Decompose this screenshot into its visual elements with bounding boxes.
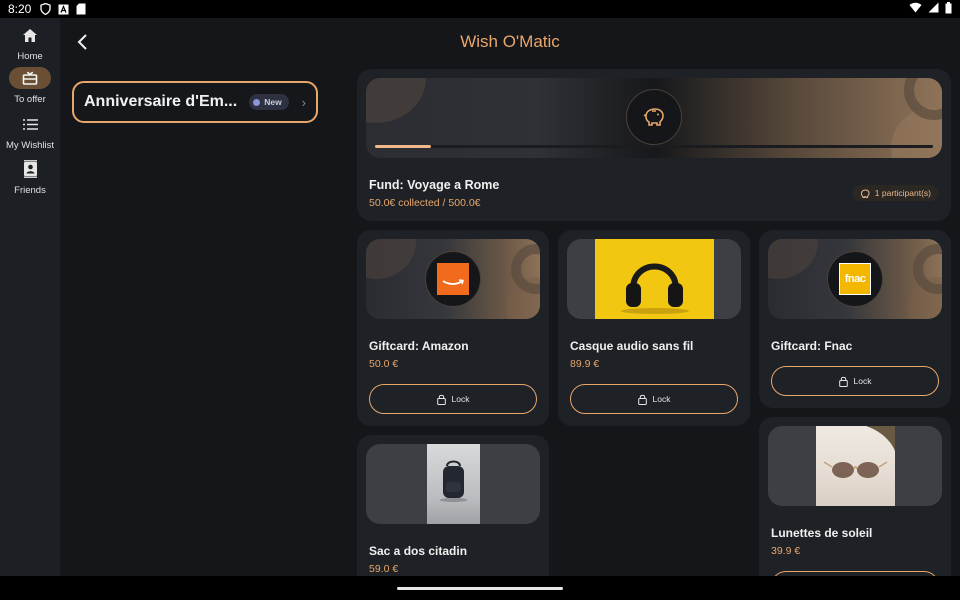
contact-icon <box>9 158 51 180</box>
sunglasses-banner <box>768 426 942 506</box>
list-icon <box>9 113 51 135</box>
wish-card-amazon[interactable]: Giftcard: Amazon 50.0 € Lock <box>357 230 549 426</box>
headphones-banner <box>567 239 741 319</box>
sunglasses-photo <box>816 426 895 506</box>
amazon-logo-icon <box>425 251 481 307</box>
sd-card-icon <box>75 3 87 15</box>
home-indicator[interactable] <box>397 587 563 590</box>
wish-title: Lunettes de soleil <box>771 526 873 540</box>
lock-button[interactable]: Lock <box>369 384 537 414</box>
lock-label: Lock <box>652 394 671 404</box>
nav-label-friends: Friends <box>14 185 46 196</box>
wish-price: 50.0 € <box>369 358 399 370</box>
event-selector[interactable]: Anniversaire d'Em... New › <box>72 81 318 123</box>
backpack-banner <box>366 444 540 524</box>
nav-label-to-offer: To offer <box>14 94 46 105</box>
fnac-logo-icon: fnac <box>827 251 883 307</box>
wish-price: 39.9 € <box>771 545 801 557</box>
nav-item-home[interactable]: Home <box>0 24 60 62</box>
lock-icon <box>637 394 647 405</box>
main-content: Wish O'Matic Anniversaire d'Em... New › … <box>60 18 960 576</box>
nav-item-friends[interactable]: Friends <box>0 158 60 196</box>
lock-button[interactable]: Lock <box>570 384 738 414</box>
lock-icon <box>436 394 446 405</box>
wish-card-backpack[interactable]: Sac a dos citadin 59.0 € <box>357 435 549 576</box>
lock-label: Lock <box>451 394 470 404</box>
home-icon <box>9 24 51 46</box>
battery-icon <box>945 1 952 17</box>
gift-icon <box>9 67 51 89</box>
fund-progress-bar <box>375 145 933 148</box>
wish-card-headphones[interactable]: Casque audio sans fil 89.9 € Lock <box>558 230 750 426</box>
shield-icon <box>39 3 51 15</box>
piggy-bank-icon <box>626 89 682 145</box>
wish-price: 89.9 € <box>570 358 600 370</box>
wifi-icon <box>909 2 922 16</box>
lock-icon <box>838 376 848 387</box>
fund-card[interactable]: Fund: Voyage a Rome 50.0€ collected / 50… <box>357 69 951 221</box>
nav-label-home: Home <box>17 51 43 62</box>
fund-banner <box>366 78 942 158</box>
new-badge: New <box>249 94 289 110</box>
fnac-banner: fnac <box>768 239 942 319</box>
chevron-right-icon: › <box>301 94 306 110</box>
event-name: Anniversaire d'Em... <box>84 93 238 110</box>
participants-count: 1 participant(s) <box>874 188 931 198</box>
wish-title: Casque audio sans fil <box>570 339 694 353</box>
lock-button[interactable]: Lock <box>771 366 939 396</box>
lock-label: Lock <box>853 376 872 386</box>
wish-title: Sac a dos citadin <box>369 544 468 558</box>
wish-card-sunglasses[interactable]: Lunettes de soleil 39.9 € <box>759 417 951 576</box>
wish-title: Giftcard: Fnac <box>771 339 853 353</box>
fund-title: Fund: Voyage a Rome <box>369 178 500 192</box>
wish-title: Giftcard: Amazon <box>369 339 469 353</box>
nav-item-to-offer[interactable]: To offer <box>0 67 60 105</box>
wish-card-fnac[interactable]: fnac Giftcard: Fnac Lock <box>759 230 951 408</box>
status-bar: 8:20 <box>0 0 960 18</box>
nav-label-my-wishlist: My Wishlist <box>5 140 55 151</box>
participants-badge: 1 participant(s) <box>851 185 939 201</box>
wish-price: 59.0 € <box>369 563 399 575</box>
badge-dot-icon <box>253 98 261 106</box>
status-time: 8:20 <box>8 2 32 16</box>
piggy-bank-small-icon <box>860 188 870 198</box>
new-badge-label: New <box>264 97 282 107</box>
headphones-photo <box>595 239 714 319</box>
amazon-banner <box>366 239 540 319</box>
nav-item-my-wishlist[interactable]: My Wishlist <box>0 113 60 151</box>
fund-collected: 50.0€ collected / 500.0€ <box>369 197 481 209</box>
backpack-photo <box>427 444 480 524</box>
page-title: Wish O'Matic <box>460 32 560 51</box>
notification-a-icon <box>57 3 69 15</box>
navigation-rail: Home To offer My Wishlist Friends <box>0 18 60 576</box>
signal-icon <box>928 2 939 16</box>
fund-progress-fill <box>375 145 431 148</box>
